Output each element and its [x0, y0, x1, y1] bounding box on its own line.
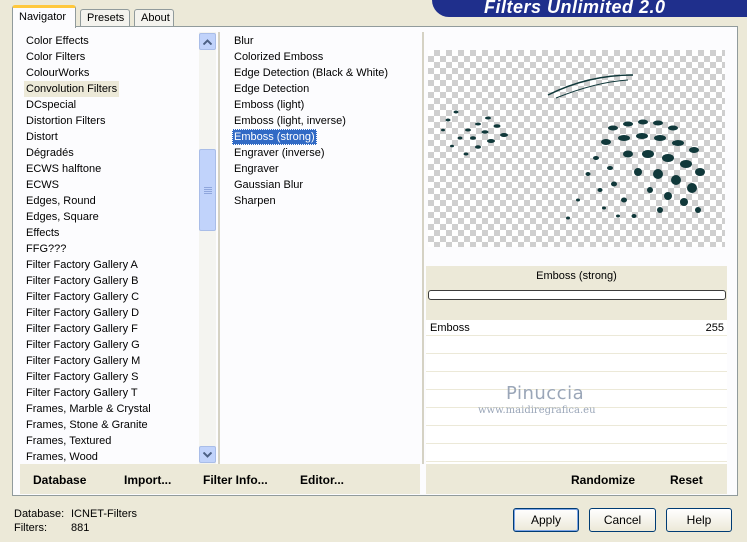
- filter-item[interactable]: Emboss (light, inverse): [232, 113, 348, 129]
- filter-item[interactable]: Engraver: [232, 161, 281, 177]
- list-divider: [218, 32, 220, 464]
- scroll-down-button[interactable]: [199, 446, 216, 463]
- preview-image: [441, 74, 705, 220]
- filter-item[interactable]: Engraver (inverse): [232, 145, 326, 161]
- database-label: Database:: [14, 508, 65, 520]
- filter-info-button[interactable]: Filter Info...: [203, 473, 268, 487]
- category-item[interactable]: Color Filters: [24, 49, 87, 65]
- category-item[interactable]: Filter Factory Gallery B: [24, 273, 140, 289]
- filters-count: 881: [71, 522, 90, 534]
- filter-item[interactable]: Sharpen: [232, 193, 278, 209]
- category-item[interactable]: Edges, Square: [24, 209, 101, 225]
- editor-button[interactable]: Editor...: [300, 473, 344, 487]
- category-item[interactable]: Filter Factory Gallery F: [24, 321, 140, 337]
- scroll-up-button[interactable]: [199, 33, 216, 50]
- selected-filter-name: Emboss (strong): [536, 270, 617, 282]
- parameter-row-empty: [426, 356, 727, 372]
- filter-item[interactable]: Gaussian Blur: [232, 177, 305, 193]
- filter-list[interactable]: Blur Colorized Emboss Edge Detection (Blac…: [230, 32, 420, 212]
- grip-icon: [204, 187, 212, 195]
- category-item[interactable]: Filter Factory Gallery D: [24, 305, 141, 321]
- category-item[interactable]: ECWS halftone: [24, 161, 103, 177]
- database-button[interactable]: Database: [33, 473, 86, 487]
- category-list[interactable]: Color Effects Color Filters ColourWorks Con…: [20, 32, 198, 464]
- category-item[interactable]: DCspecial: [24, 97, 78, 113]
- filter-item[interactable]: Colorized Emboss: [232, 49, 325, 65]
- import-button[interactable]: Import...: [124, 473, 171, 487]
- category-item[interactable]: Distortion Filters: [24, 113, 107, 129]
- title-banner: Filters Unlimited 2.0: [432, 0, 747, 17]
- help-button[interactable]: Help: [666, 508, 732, 532]
- cancel-button[interactable]: Cancel: [589, 508, 656, 532]
- category-item[interactable]: Edges, Round: [24, 193, 98, 209]
- filter-preview: [428, 50, 725, 247]
- app-title: Filters Unlimited 2.0: [484, 0, 666, 17]
- reset-button[interactable]: Reset: [670, 473, 703, 487]
- window-edge: [737, 26, 747, 496]
- database-value: ICNET-Filters: [71, 508, 137, 520]
- category-item[interactable]: Filter Factory Gallery T: [24, 385, 140, 401]
- category-item[interactable]: Convolution Filters: [24, 81, 120, 97]
- scroll-thumb[interactable]: [199, 149, 216, 231]
- parameters-panel: Emboss (strong) Emboss 255: [426, 266, 727, 464]
- category-item[interactable]: Filter Factory Gallery M: [24, 353, 142, 369]
- watermark-url: www.maidiregrafica.eu: [478, 405, 596, 416]
- parameter-value: 255: [705, 322, 724, 334]
- filter-item[interactable]: Edge Detection: [232, 81, 311, 97]
- category-item[interactable]: FFG???: [24, 241, 68, 257]
- parameters-toolbar: Randomize Reset: [426, 464, 727, 494]
- category-item[interactable]: Frames, Marble & Crystal: [24, 401, 153, 417]
- category-item[interactable]: Effects: [24, 225, 61, 241]
- category-item[interactable]: Frames, Textured: [24, 433, 113, 449]
- category-item[interactable]: Frames, Stone & Granite: [24, 417, 150, 433]
- category-item[interactable]: Filter Factory Gallery G: [24, 337, 142, 353]
- chevron-down-icon: [203, 451, 212, 458]
- filter-item[interactable]: Emboss (strong): [232, 129, 317, 145]
- filters-label: Filters:: [14, 522, 47, 534]
- apply-button[interactable]: Apply: [513, 508, 579, 532]
- chevron-up-icon: [203, 38, 212, 45]
- category-item[interactable]: Dégradés: [24, 145, 76, 161]
- category-item[interactable]: Distort: [24, 129, 60, 145]
- category-item[interactable]: Filter Factory Gallery C: [24, 289, 141, 305]
- parameter-row[interactable]: Emboss 255: [426, 320, 727, 336]
- parameter-name: Emboss: [430, 322, 470, 334]
- tab-navigator[interactable]: Navigator: [12, 5, 76, 28]
- navigator-toolbar: Database Import... Filter Info... Editor…: [20, 464, 420, 494]
- category-item[interactable]: ColourWorks: [24, 65, 91, 81]
- category-item[interactable]: Filter Factory Gallery A: [24, 257, 140, 273]
- filter-item[interactable]: Blur: [232, 33, 256, 49]
- parameter-row-empty: [426, 446, 727, 462]
- category-item[interactable]: Color Effects: [24, 33, 91, 49]
- randomize-button[interactable]: Randomize: [571, 473, 635, 487]
- watermark-name: Pinuccia: [506, 383, 585, 404]
- filter-item[interactable]: Emboss (light): [232, 97, 306, 113]
- parameter-row-empty: [426, 338, 727, 354]
- category-item[interactable]: Filter Factory Gallery S: [24, 369, 140, 385]
- panel-divider: [422, 32, 424, 464]
- category-scrollbar[interactable]: [199, 32, 216, 464]
- category-item[interactable]: Frames, Wood: [24, 449, 100, 464]
- filter-item[interactable]: Edge Detection (Black & White): [232, 65, 390, 81]
- progress-bar: [428, 290, 726, 300]
- category-item[interactable]: ECWS: [24, 177, 61, 193]
- parameter-row-empty: [426, 428, 727, 444]
